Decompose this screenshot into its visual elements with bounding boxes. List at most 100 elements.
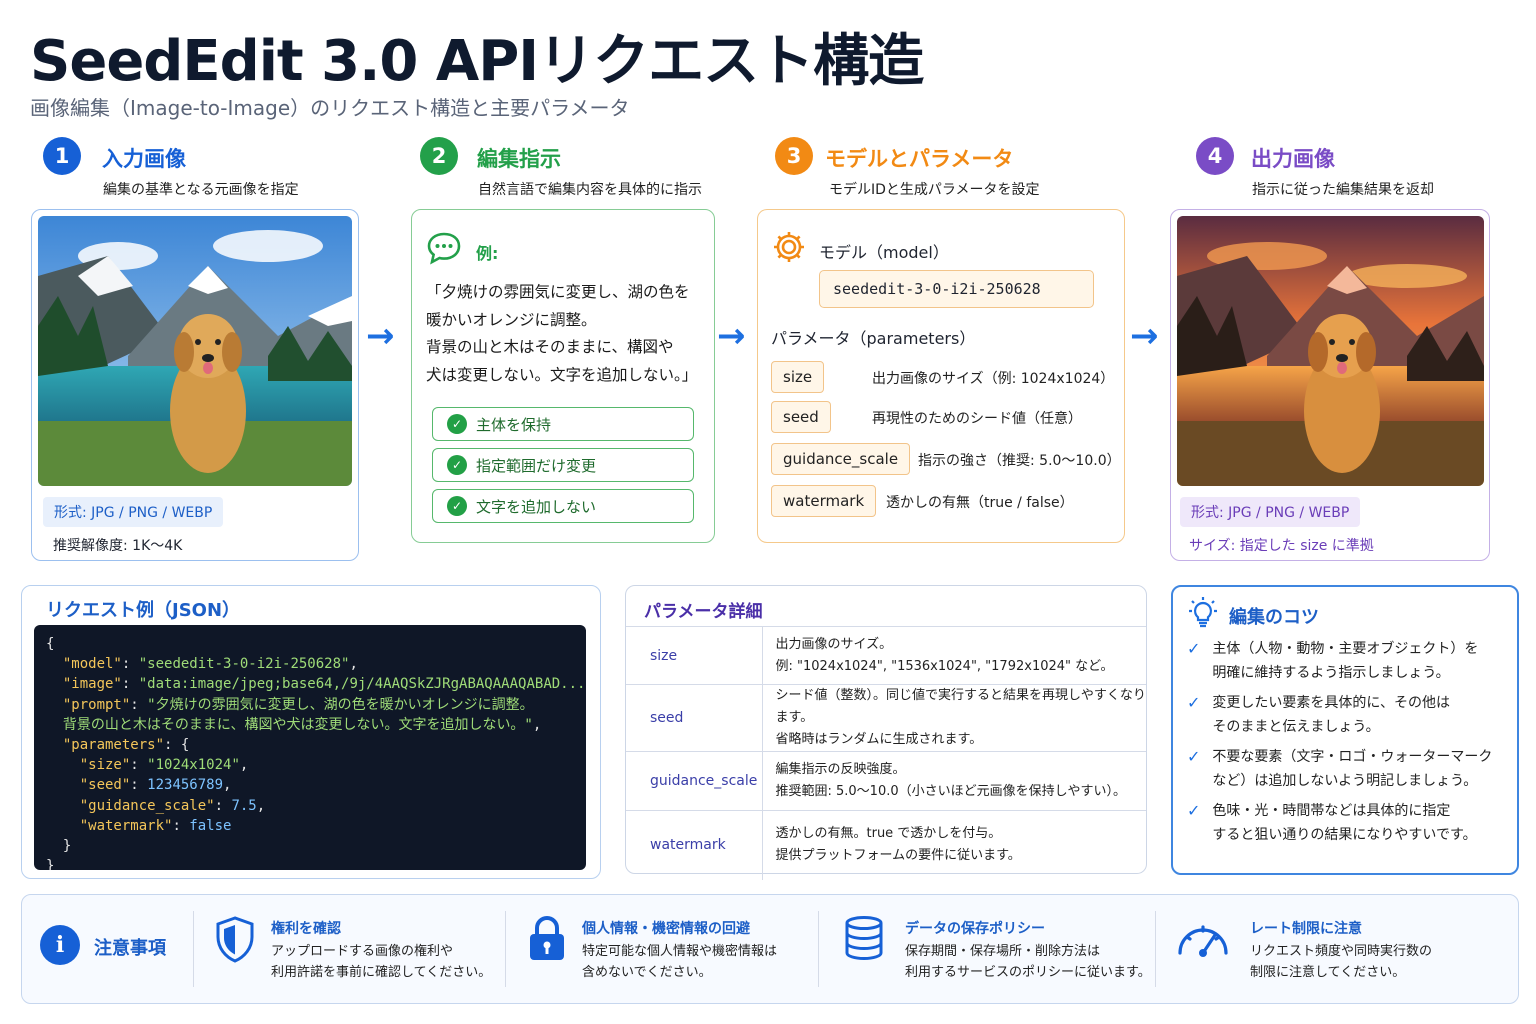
list-item: ✓ 不要な要素（文字・ロゴ・ウォーターマーク など）は追加しないよう明記しましょう。 [1187,745,1512,793]
code-key: "parameters" [62,737,165,754]
param-desc-size: 出力画像のサイズ（例: 1024x1024） [872,371,1115,387]
desc-line: 透かしの有無。true で透かしを付与。 [775,826,1002,842]
notes-title: 注意事項 [94,938,166,959]
checkmark-icon: ✓ [1187,693,1201,712]
check-circle-icon: ✓ [447,496,467,516]
tips-list: ✓ 主体（人物・動物・主要オブジェクト）を 明確に維持するよう指示しましょう。 ✓ 変… [1187,637,1512,847]
param-cell: seed [626,684,763,752]
param-cell: guidance_scale [626,751,763,811]
tip-line: など）は追加しないよう明記しましょう。 [1212,773,1478,789]
output-format-tag: 形式: JPG / PNG / WEBP [1180,497,1361,527]
checkmark-icon: ✓ [1187,801,1201,820]
note-heading: データの保存ポリシー [905,921,1045,937]
code-value: "data:image/jpeg;base64,/9j/4AAQSkZJRgAB… [138,676,586,693]
code-value: "seededit-3-0-i2i-250628" [138,656,350,673]
code-key: "image" [62,676,122,693]
note-line: 含めないでください。 [582,965,712,980]
arrow-right-icon: → [366,316,395,356]
request-example-title: リクエスト例（JSON） [46,600,241,621]
step-1-title: 入力画像 [102,147,186,171]
check-item: ✓ 指定範囲だけ変更 [432,448,694,482]
instruction-quote: 「夕焼けの雰囲気に変更し、湖の色を 暖かいオレンジに調整。 背景の山と木はそのま… [426,279,711,389]
code-value: 7.5 [231,797,257,814]
check-item: ✓ 文字を追加しない [432,489,694,523]
desc-line: 省略時はランダムに生成されます。 [775,732,983,747]
step-2-title: 編集指示 [477,147,561,171]
code-key: "guidance_scale" [79,797,215,814]
desc-cell: 透かしの有無。true で透かしを付与。提供プラットフォームの要件に従います。 [762,810,1146,880]
desc-line: 提供プラットフォームの要件に従います。 [775,848,1021,864]
note-text: 特定可能な個人情報や機密情報は 含めないでください。 [582,941,777,983]
param-name-watermark: watermark [771,485,877,517]
param-details-table: size 出力画像のサイズ。 例: "1024x1024", "1536x1024"… [626,626,1146,880]
step-3-desc: モデルIDと生成パラメータを設定 [829,182,1040,198]
arrow-right-icon: → [717,316,746,356]
database-icon [843,915,885,965]
input-image [38,216,352,486]
param-cell: size [626,626,763,685]
check-label: 指定範囲だけ変更 [476,456,597,475]
quote-line: 「夕焼けの雰囲気に変更し、湖の色を [426,283,690,301]
note-line: リクエスト頻度や同時実行数の [1250,944,1433,959]
note-heading: 個人情報・機密情報の回避 [582,921,750,937]
code-key: "model" [62,656,122,673]
list-item: ✓ 色味・光・時間帯などは具体的に指定 すると狙い通りの結果になりやすいです。 [1187,799,1512,847]
input-resolution: 推奨解像度: 1K〜4K [53,538,183,554]
note-line: 特定可能な個人情報や機密情報は [582,944,778,959]
code-value: 123456789 [147,777,224,794]
code-value: "夕焼けの雰囲気に変更し、湖の色を暖かいオレンジに調整。 [147,696,534,713]
shield-icon [212,915,258,969]
desc-cell: 出力画像のサイズ。 例: "1024x1024", "1536x1024", "1… [762,626,1146,685]
check-item: ✓ 主体を保持 [432,407,694,441]
tip-line: 色味・光・時間帯などは具体的に指定 [1212,803,1451,819]
quote-line: 暖かいオレンジに調整。 [426,310,597,329]
quote-line: 背景の山と木はそのままに、構図や [426,338,674,356]
note-line: アップロードする画像の権利や [271,944,454,959]
param-name-seed: seed [771,401,831,433]
param-desc-watermark: 透かしの有無（true / false） [886,495,1074,511]
tip-line: 変更したい要素を具体的に、その他は [1212,695,1450,711]
code-text: } [46,858,55,870]
tip-line: 明確に維持するよう指示しましょう。 [1212,665,1450,681]
note-heading: レート制限に注意 [1250,921,1362,937]
code-value: "1024x1024" [147,757,240,774]
model-label: モデル（model） [819,243,949,262]
param-desc-seed: 再現性のためのシード値（任意） [872,411,1082,427]
code-text: } [62,838,72,855]
divider [1155,911,1156,987]
note-line: 利用するサービスのポリシーに従います。 [905,965,1151,980]
example-label: 例: [476,244,499,263]
param-name-size: size [771,361,825,393]
desc-line: 例: "1024x1024", "1536x1024", "1792x1024"… [775,658,1114,674]
input-format-tag: 形式: JPG / PNG / WEBP [43,497,224,527]
json-code-block: { "model": "seededit-3-0-i2i-250628", "i… [34,625,586,870]
tip-line: 主体（人物・動物・主要オブジェクト）を [1212,641,1479,657]
step-4-number: 4 [1196,137,1234,175]
code-value: false [189,817,232,834]
table-row: seed シード値（整数）。同じ値で実行すると結果を再現しやすくなります。 省略時は… [626,684,1146,752]
list-item: ✓ 変更したい要素を具体的に、その他は そのままと伝えましょう。 [1187,691,1512,739]
desc-line: 推奨範囲: 5.0〜10.0（小さいほど元画像を保持しやすい）。 [775,784,1127,799]
step-2-number: 2 [420,137,458,175]
gear-icon [771,229,807,269]
param-details-title: パラメータ詳細 [644,602,763,622]
step-2-desc: 自然言語で編集内容を具体的に指示 [478,182,702,198]
page-subtitle: 画像編集（Image-to-Image）のリクエスト構造と主要パラメータ [30,96,630,120]
code-text: { [46,636,55,652]
code-key: "size" [79,757,131,774]
step-4-title: 出力画像 [1251,147,1335,171]
check-circle-icon: ✓ [447,455,467,475]
desc-cell: シード値（整数）。同じ値で実行すると結果を再現しやすくなります。 省略時はランダム… [762,684,1146,752]
model-id-field: seededit-3-0-i2i-250628 [819,270,1094,308]
quote-line: 犬は変更しない。文字を追加しない。」 [426,365,698,384]
lightbulb-icon [1188,596,1218,632]
note-heading: 権利を確認 [271,921,341,937]
output-size-note: サイズ: 指定した size に準拠 [1189,538,1374,554]
divider [193,911,194,987]
desc-cell: 編集指示の反映強度。 推奨範囲: 5.0〜10.0（小さいほど元画像を保持しやすい… [762,751,1146,811]
code-value: 背景の山と木はそのままに、構図や犬は変更しない。文字を追加しない。" [62,716,533,733]
gauge-icon [1175,917,1231,963]
arrow-right-icon: → [1130,316,1159,356]
divider [818,911,819,987]
step-4-desc: 指示に従った編集結果を返却 [1252,182,1434,198]
